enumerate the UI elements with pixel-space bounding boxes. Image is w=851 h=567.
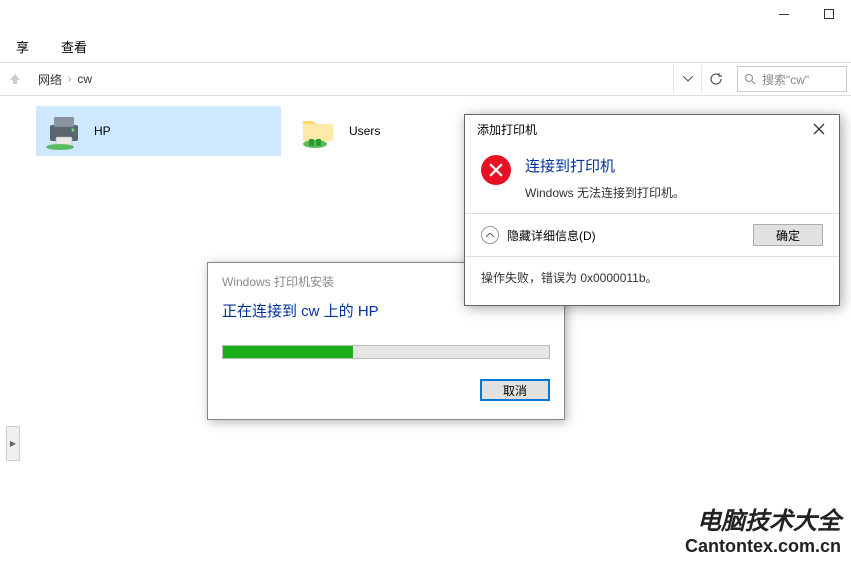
up-button[interactable] [0,63,30,95]
dropdown-button[interactable] [673,65,701,93]
minimize-button[interactable] [761,0,806,28]
refresh-button[interactable] [701,65,729,93]
close-icon [813,123,825,135]
search-placeholder: 搜索"cw" [762,71,809,88]
progress-bar [222,345,550,359]
error-detail-text: 操作失败，错误为 0x0000011b。 [465,256,839,298]
address-bar: 网络 › cw 搜索"cw" [0,62,851,96]
chevron-up-icon [481,226,499,244]
maximize-button[interactable] [806,0,851,28]
watermark-title: 电脑技术大全 [685,501,841,536]
breadcrumb[interactable]: 网络 › cw [30,71,673,88]
watermark-url: Cantontex.com.cn [685,536,841,557]
window-controls [761,0,851,28]
menu-bar: 享 查看 [0,30,103,63]
chevron-right-icon: › [68,74,71,85]
error-dialog-titlebar[interactable]: 添加打印机 [465,115,839,143]
ok-button[interactable]: 确定 [753,224,823,246]
search-icon [744,73,756,85]
breadcrumb-root[interactable]: 网络 [38,71,62,88]
cancel-button[interactable]: 取消 [480,379,550,401]
watermark: 电脑技术大全 Cantontex.com.cn [685,501,841,557]
printer-label: HP [94,124,111,138]
error-message: Windows 无法连接到打印机。 [525,184,685,201]
printer-item[interactable]: HP [36,106,281,156]
error-dialog: 添加打印机 连接到打印机 Windows 无法连接到打印机。 隐藏详细信息(D)… [464,114,840,306]
menu-view[interactable]: 查看 [55,35,93,58]
error-heading: 连接到打印机 [525,155,685,176]
error-icon [481,155,511,201]
error-dialog-title: 添加打印机 [477,121,537,138]
details-toggle-label: 隐藏详细信息(D) [507,227,596,244]
expand-sidebar-button[interactable]: ▶ [6,426,20,461]
close-button[interactable] [805,118,833,140]
folder-label: Users [349,124,380,138]
printer-icon [44,111,84,151]
details-toggle[interactable]: 隐藏详细信息(D) [481,226,596,244]
progress-bar-fill [223,346,353,358]
file-list: HP Users [36,106,536,156]
folder-share-icon [299,111,339,151]
menu-share[interactable]: 享 [10,35,35,58]
breadcrumb-current[interactable]: cw [77,72,92,86]
search-input[interactable]: 搜索"cw" [737,66,847,92]
